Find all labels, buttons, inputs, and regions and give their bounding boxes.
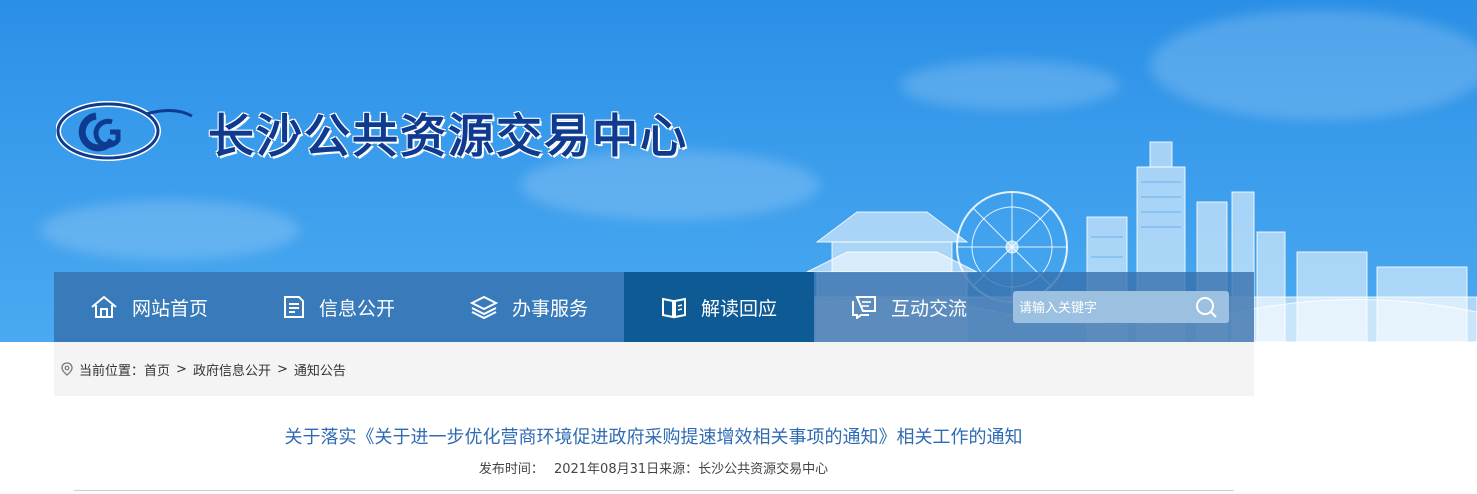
article-meta: 发布时间： 2021年08月31日来源：长沙公共资源交易中心 bbox=[0, 458, 1307, 477]
search-icon[interactable] bbox=[1195, 296, 1217, 318]
breadcrumb-notices-link[interactable]: 通知公告 bbox=[294, 360, 346, 379]
book-icon bbox=[661, 297, 686, 319]
layers-icon bbox=[469, 295, 498, 319]
breadcrumb-separator: > bbox=[176, 361, 187, 377]
source-label: 来源： bbox=[659, 462, 699, 477]
site-logo[interactable]: CG bbox=[56, 100, 196, 162]
site-title[interactable]: 长沙公共资源交易中心 bbox=[208, 100, 688, 166]
logo-letters: CG bbox=[56, 100, 80, 104]
search-box bbox=[1013, 291, 1229, 325]
nav-item-label: 信息公开 bbox=[318, 297, 395, 320]
search-input[interactable] bbox=[1017, 291, 1191, 325]
breadcrumb-separator: > bbox=[276, 361, 288, 377]
document-icon bbox=[283, 296, 304, 318]
nav-item-label: 解读回应 bbox=[700, 297, 777, 320]
home-icon bbox=[91, 295, 117, 318]
publish-time-label: 发布时间： bbox=[478, 462, 544, 477]
breadcrumb-prefix: 当前位置： bbox=[79, 363, 145, 379]
breadcrumb: 当前位置： 首页 > 政府信息公开 > 通知公告 bbox=[54, 342, 1254, 396]
nav-item-info[interactable]: 信息公开 bbox=[244, 272, 434, 342]
nav-item-services[interactable]: 办事服务 bbox=[434, 272, 624, 342]
publish-date: 2021年08月31日 bbox=[553, 462, 660, 477]
location-pin-icon bbox=[61, 362, 73, 376]
source-value: 长沙公共资源交易中心 bbox=[698, 462, 829, 477]
breadcrumb-gov-info-link[interactable]: 政府信息公开 bbox=[193, 360, 271, 379]
nav-item-label: 办事服务 bbox=[511, 297, 588, 320]
cloud-decoration bbox=[40, 200, 300, 260]
nav-item-label: 互动交流 bbox=[890, 297, 967, 320]
main-nav: 网站首页 信息公开 办事服务 解读回应 互动交流 请输入关键字 bbox=[54, 272, 1254, 342]
breadcrumb-home-link[interactable]: 首页 bbox=[144, 360, 170, 379]
nav-item-interpretation[interactable]: 解读回应 bbox=[624, 272, 814, 342]
article-title: 关于落实《关于进一步优化营商环境促进政府采购提速增效相关事项的通知》相关工作的通… bbox=[284, 427, 1023, 448]
nav-item-interaction[interactable]: 互动交流 bbox=[814, 272, 1004, 342]
chat-icon bbox=[851, 296, 876, 319]
nav-item-home[interactable]: 网站首页 bbox=[54, 272, 244, 342]
nav-item-label: 网站首页 bbox=[131, 297, 208, 320]
divider bbox=[74, 490, 1234, 491]
